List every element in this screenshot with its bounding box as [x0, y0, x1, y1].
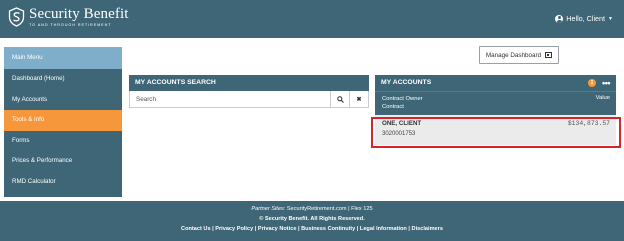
footer-link-business-continuity[interactable]: Business Continuity: [301, 226, 355, 232]
accounts-column-headers: Contract Owner Contract Value: [375, 91, 616, 115]
footer-copyright: © Security Benefit. All Rights Reserved.: [259, 216, 365, 222]
accounts-panel-header: MY ACCOUNTS 1 •••: [375, 75, 616, 91]
column-header-value[interactable]: Value: [596, 95, 610, 101]
footer-partner-line: Partner Sites: SecurityRetirement.com | …: [0, 201, 624, 214]
dashboard-layout-icon: [545, 52, 553, 58]
column-header-owner-line2: Contract: [382, 104, 404, 110]
user-circle-icon: [555, 14, 564, 23]
footer-link-privacy-policy[interactable]: Privacy Policy: [215, 226, 253, 232]
search-row: ✖: [129, 91, 369, 108]
footer-link-privacy-notice[interactable]: Privacy Notice: [258, 226, 297, 232]
footer-link-disclaimers[interactable]: Disclaimers: [412, 226, 443, 232]
brand-tagline: TO AND THROUGH RETIREMENT: [29, 23, 112, 27]
caret-down-icon: ▼: [608, 15, 613, 22]
column-header-owner-line1: Contract Owner: [382, 96, 423, 102]
user-menu[interactable]: Hello, Client ▼: [555, 14, 613, 23]
clear-search-button[interactable]: ✖: [349, 91, 368, 107]
sidebar-item-dashboard[interactable]: Dashboard (Home): [4, 69, 122, 90]
brand-name: Security Benefit: [29, 6, 129, 22]
page-footer: Partner Sites: SecurityRetirement.com | …: [0, 201, 624, 241]
logo-mark-icon: [8, 7, 25, 27]
logo-text: Security Benefit TO AND THROUGH RETIREME…: [29, 6, 129, 28]
sidebar-item-tools-info[interactable]: Tools & Info: [4, 110, 122, 131]
manage-dashboard-label: Manage Dashboard: [485, 51, 542, 59]
footer-link-contact-us[interactable]: Contact Us: [181, 226, 211, 232]
search-button[interactable]: [330, 91, 349, 107]
manage-dashboard-button[interactable]: Manage Dashboard: [479, 46, 559, 64]
search-input[interactable]: [130, 91, 330, 107]
footer-links: Contact Us | Privacy Policy | Privacy No…: [181, 226, 443, 232]
sidebar-item-forms[interactable]: Forms: [4, 131, 122, 152]
sidebar-item-prices-performance[interactable]: Prices & Performance: [4, 151, 122, 172]
row-highlight-box: [371, 117, 621, 148]
partner-site-link[interactable]: SecurityRetirement.com: [287, 206, 347, 212]
brand-logo[interactable]: Security Benefit TO AND THROUGH RETIREME…: [8, 7, 129, 27]
sidebar-nav: Main Menu Dashboard (Home) My Accounts T…: [4, 47, 122, 197]
search-panel-title: MY ACCOUNTS SEARCH: [129, 75, 369, 91]
search-icon: [336, 95, 344, 103]
sidebar-item-main-menu[interactable]: Main Menu: [4, 47, 122, 69]
accounts-panel-title: MY ACCOUNTS: [381, 79, 432, 86]
column-header-owner[interactable]: Contract Owner Contract: [382, 95, 423, 111]
app-header: Security Benefit TO AND THROUGH RETIREME…: [0, 0, 624, 38]
flex-version: Flex 125: [351, 206, 373, 212]
sidebar-item-rmd-calculator[interactable]: RMD Calculator: [4, 172, 122, 193]
sidebar-item-my-accounts[interactable]: My Accounts: [4, 90, 122, 111]
accounts-search-panel: MY ACCOUNTS SEARCH ✖: [129, 75, 369, 109]
footer-separator: |: [348, 206, 350, 212]
more-options-icon[interactable]: •••: [602, 75, 610, 91]
partner-sites-label: Partner Sites:: [251, 206, 286, 212]
accounts-count-badge: 1: [588, 79, 596, 87]
footer-link-legal-information[interactable]: Legal Information: [360, 226, 407, 232]
user-greeting: Hello, Client: [566, 14, 606, 23]
